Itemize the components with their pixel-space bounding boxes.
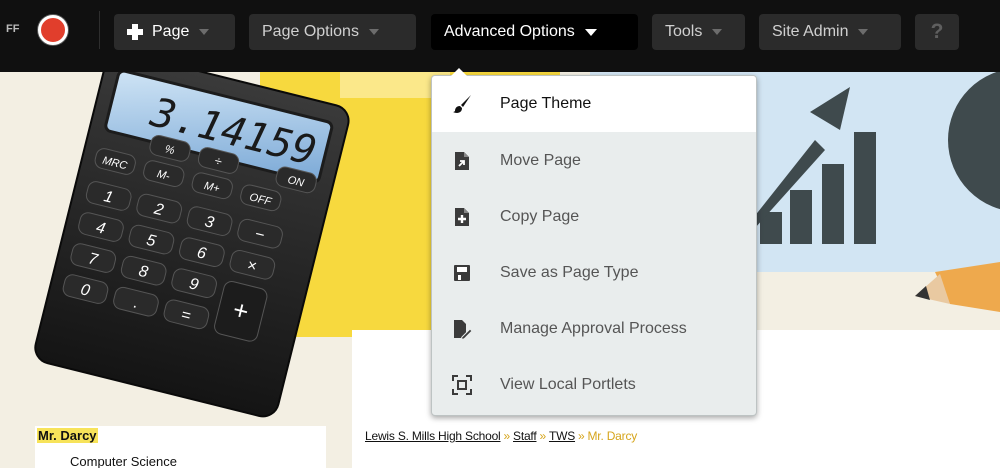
sidebar-item-computer-science[interactable]: Computer Science [70, 454, 177, 468]
menu-item-page-theme[interactable]: Page Theme [432, 76, 756, 132]
chevron-down-icon [199, 29, 210, 35]
breadcrumb-link-tws[interactable]: TWS [549, 429, 575, 443]
menu-item-copy-page[interactable]: Copy Page [432, 189, 756, 245]
menu-item-label: Move Page [500, 152, 581, 169]
menu-item-save-as-page-type[interactable]: Save as Page Type [432, 245, 756, 301]
save-icon [454, 265, 470, 281]
menu-item-manage-approval-process[interactable]: Manage Approval Process [432, 301, 756, 357]
menu-item-label: View Local Portlets [500, 376, 636, 393]
chevron-down-icon [712, 29, 723, 35]
calculator-illustration: 3.14159 MRC M- M+ OFF ON % ÷ 1 2 3 − 4 5… [34, 72, 350, 418]
menu-item-label: Save as Page Type [500, 264, 639, 281]
menu-item-label: Manage Approval Process [500, 320, 687, 337]
chevron-down-icon [368, 29, 379, 35]
help-button[interactable]: ? [915, 14, 959, 50]
edit-toggle-label: FF [6, 23, 20, 35]
page-options-label: Page Options [262, 23, 359, 40]
menu-item-move-page[interactable]: Move Page [432, 133, 756, 189]
advanced-options-label: Advanced Options [444, 23, 575, 40]
chevron-down-icon [584, 28, 597, 36]
move-page-icon [455, 152, 469, 170]
help-icon: ? [930, 20, 944, 43]
tools-button[interactable]: Tools [652, 14, 745, 50]
chevron-down-icon [858, 29, 869, 35]
breadcrumb-separator: » [578, 429, 585, 443]
toggle-knob-icon[interactable] [38, 15, 68, 45]
tools-label: Tools [665, 23, 703, 40]
advanced-options-menu: Page Theme Move Page Copy Page Save as P… [431, 68, 757, 416]
site-admin-label: Site Admin [772, 23, 849, 40]
edit-mode-toggle[interactable]: FF [0, 11, 100, 49]
main-content [352, 418, 1000, 468]
plus-icon [127, 24, 143, 40]
breadcrumb: Lewis S. Mills High School» Staff» TWS» Mr.… [365, 429, 637, 443]
breadcrumb-separator: » [539, 429, 546, 443]
portlets-icon [452, 375, 472, 395]
bar-graphic [790, 190, 812, 244]
bar-graphic [854, 132, 876, 244]
add-page-label: Page [152, 23, 190, 40]
approval-edit-icon [454, 320, 472, 339]
breadcrumb-current: Mr. Darcy [587, 429, 638, 443]
menu-item-label: Page Theme [500, 95, 592, 112]
copy-page-icon [455, 208, 469, 226]
bar-graphic [822, 164, 844, 244]
site-admin-button[interactable]: Site Admin [759, 14, 901, 50]
add-page-button[interactable]: Page [114, 14, 235, 50]
page-options-button[interactable]: Page Options [249, 14, 416, 50]
brush-icon [453, 95, 471, 113]
menu-item-view-local-portlets[interactable]: View Local Portlets [432, 357, 756, 413]
menu-item-label: Copy Page [500, 208, 580, 225]
breadcrumb-link-staff[interactable]: Staff [513, 429, 537, 443]
breadcrumb-link-school[interactable]: Lewis S. Mills High School [365, 429, 501, 443]
admin-toolbar: FF Page Page Options Advanced Options To… [0, 0, 1000, 72]
advanced-options-button[interactable]: Advanced Options [431, 14, 638, 50]
breadcrumb-separator: » [503, 429, 511, 443]
sidebar-name-link[interactable]: Mr. Darcy [37, 428, 98, 443]
